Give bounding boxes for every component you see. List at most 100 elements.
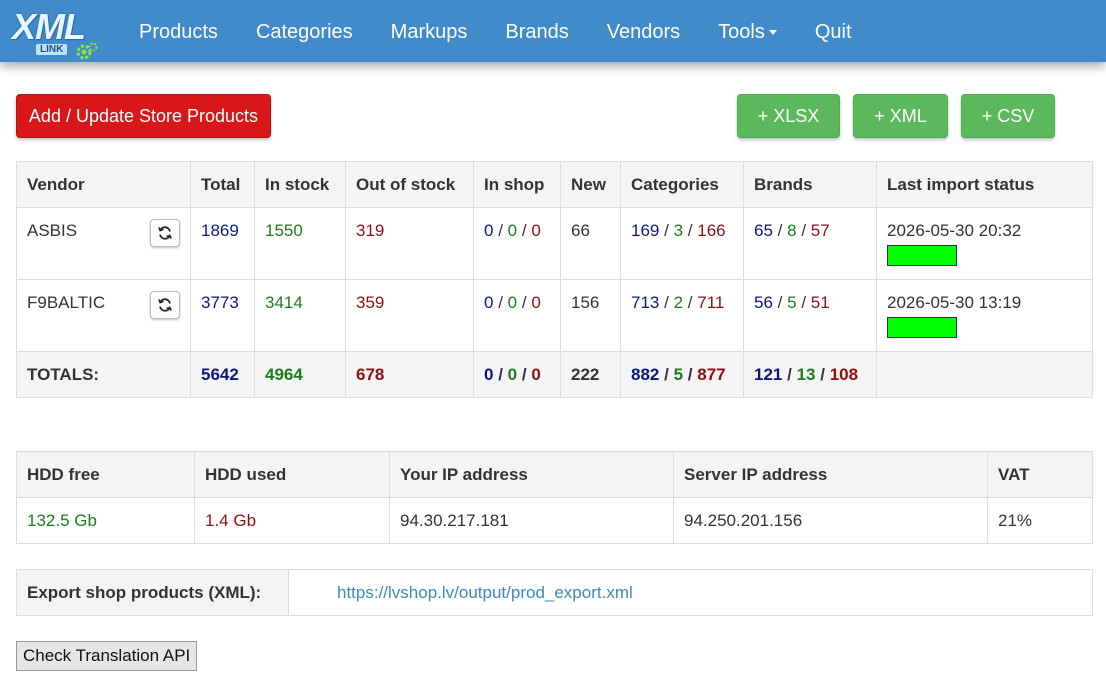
refresh-vendor-button[interactable] xyxy=(150,291,180,319)
col-header-your-ip: Your IP address xyxy=(389,451,674,498)
brands-total: 65 xyxy=(754,221,773,240)
nav-vendors[interactable]: Vendors xyxy=(588,0,699,62)
totals-categories-cell: 882 / 5 / 877 xyxy=(620,351,744,398)
brands-cell: 56 / 5 / 51 xyxy=(743,279,877,352)
nav-tools-dropdown[interactable]: Tools xyxy=(699,0,796,62)
separator: / xyxy=(664,221,669,240)
import-status-bar xyxy=(887,317,957,338)
col-header-categories: Categories xyxy=(620,161,744,208)
separator: / xyxy=(498,221,503,240)
export-table: Export shop products (XML): https://lvsh… xyxy=(16,569,1093,616)
totals-empty-cell xyxy=(876,351,1093,398)
nav-markups[interactable]: Markups xyxy=(372,0,487,62)
last-import-cell: 2026-05-30 20:32 xyxy=(876,207,1093,280)
col-header-hdd-free: HDD free xyxy=(16,451,195,498)
totals-brands-inactive: 108 xyxy=(829,364,859,384)
col-header-brands: Brands xyxy=(743,161,877,208)
totals-new: 222 xyxy=(560,351,621,398)
in-shop-out-of-stock: 0 xyxy=(531,221,541,240)
add-update-store-products-button[interactable]: Add / Update Store Products xyxy=(16,94,271,138)
separator: / xyxy=(498,293,503,312)
categories-active: 3 xyxy=(673,221,684,240)
system-info-header-row: HDD free HDD used Your IP address Server… xyxy=(16,451,1093,498)
separator: / xyxy=(801,221,807,240)
table-row: F9BALTIC 3773 3414 359 0 / 0 / 0 156 713… xyxy=(16,279,1093,352)
caret-down-icon xyxy=(768,30,777,36)
totals-categories-active: 5 xyxy=(673,364,684,384)
add-csv-button[interactable]: + CSV xyxy=(961,94,1055,138)
in-shop-cell: 0 / 0 / 0 xyxy=(473,279,561,352)
separator: / xyxy=(521,364,527,384)
nav-tools-label: Tools xyxy=(718,21,765,43)
add-xlsx-button[interactable]: + XLSX xyxy=(737,94,840,138)
categories-inactive: 166 xyxy=(697,221,726,240)
separator: / xyxy=(777,221,783,240)
categories-total: 713 xyxy=(631,293,660,312)
vendor-name: F9BALTIC xyxy=(27,293,106,312)
separator: / xyxy=(664,364,669,384)
xml-link-logo[interactable]: XML LINK xyxy=(10,6,100,62)
brands-inactive: 57 xyxy=(810,221,830,240)
nav-categories[interactable]: Categories xyxy=(237,0,372,62)
server-ip-value: 94.250.201.156 xyxy=(673,497,988,544)
totals-in-stock: 4964 xyxy=(254,351,346,398)
categories-cell: 169 / 3 / 166 xyxy=(620,207,744,280)
separator: / xyxy=(787,364,792,384)
in-shop-cell: 0 / 0 / 0 xyxy=(473,207,561,280)
totals-brands-cell: 121 / 13 / 108 xyxy=(743,351,877,398)
in-shop-in-stock: 0 xyxy=(507,221,518,240)
export-link-cell: https://lvshop.lv/output/prod_export.xml xyxy=(288,569,1093,616)
logo-subtext: LINK xyxy=(36,44,68,55)
new-value: 66 xyxy=(560,207,621,280)
in-shop-in-stock: 0 xyxy=(507,293,518,312)
totals-in-shop-total: 0 xyxy=(484,364,494,384)
totals-row: TOTALS: 5642 4964 678 0 / 0 / 0 222 882 … xyxy=(16,351,1093,398)
col-header-in-stock: In stock xyxy=(254,161,346,208)
out-of-stock-value: 319 xyxy=(345,207,474,280)
refresh-vendor-button[interactable] xyxy=(150,219,180,247)
total-value: 3773 xyxy=(190,279,255,352)
import-status-bar xyxy=(887,245,957,266)
hdd-free-value: 132.5 Gb xyxy=(16,497,195,544)
out-of-stock-value: 359 xyxy=(345,279,474,352)
table-row: ASBIS 1869 1550 319 0 / 0 / 0 66 169 / 3… xyxy=(16,207,1093,280)
in-shop-total: 0 xyxy=(484,293,494,312)
vendors-header-row: Vendor Total In stock Out of stock In sh… xyxy=(16,161,1093,208)
separator: / xyxy=(664,293,669,312)
totals-brands-total: 121 xyxy=(754,364,783,384)
categories-inactive: 711 xyxy=(697,293,725,312)
col-header-vat: VAT xyxy=(987,451,1093,498)
totals-in-shop-out-of-stock: 0 xyxy=(531,364,541,384)
export-xml-link[interactable]: https://lvshop.lv/output/prod_export.xml xyxy=(299,583,633,602)
refresh-icon xyxy=(158,298,172,312)
nav-products[interactable]: Products xyxy=(120,0,237,62)
separator: / xyxy=(687,293,693,312)
export-label: Export shop products (XML): xyxy=(16,569,289,616)
separator: / xyxy=(801,293,807,312)
categories-active: 2 xyxy=(673,293,684,312)
export-row: Export shop products (XML): https://lvsh… xyxy=(16,569,1093,616)
separator: / xyxy=(777,293,783,312)
vendor-cell: ASBIS xyxy=(16,207,191,280)
add-xml-button[interactable]: + XML xyxy=(853,94,948,138)
col-header-in-shop: In shop xyxy=(473,161,561,208)
last-import-timestamp: 2026-05-30 20:32 xyxy=(887,221,1022,240)
separator: / xyxy=(687,221,693,240)
top-navbar: XML LINK Products Categories Markups Bra… xyxy=(0,0,1106,62)
totals-categories-inactive: 877 xyxy=(697,364,726,384)
vat-value: 21% xyxy=(987,497,1093,544)
nav-brands[interactable]: Brands xyxy=(486,0,587,62)
separator: / xyxy=(820,364,825,384)
vendor-cell: F9BALTIC xyxy=(16,279,191,352)
brands-cell: 65 / 8 / 57 xyxy=(743,207,877,280)
last-import-cell: 2026-05-30 13:19 xyxy=(876,279,1093,352)
new-value: 156 xyxy=(560,279,621,352)
col-header-out-of-stock: Out of stock xyxy=(345,161,474,208)
col-header-last-import-status: Last import status xyxy=(876,161,1093,208)
separator: / xyxy=(498,364,503,384)
main-nav: Products Categories Markups Brands Vendo… xyxy=(120,0,871,62)
check-translation-api-button[interactable]: Check Translation API xyxy=(16,641,198,671)
separator: / xyxy=(521,293,527,312)
nav-quit[interactable]: Quit xyxy=(796,0,871,62)
col-header-new: New xyxy=(560,161,621,208)
